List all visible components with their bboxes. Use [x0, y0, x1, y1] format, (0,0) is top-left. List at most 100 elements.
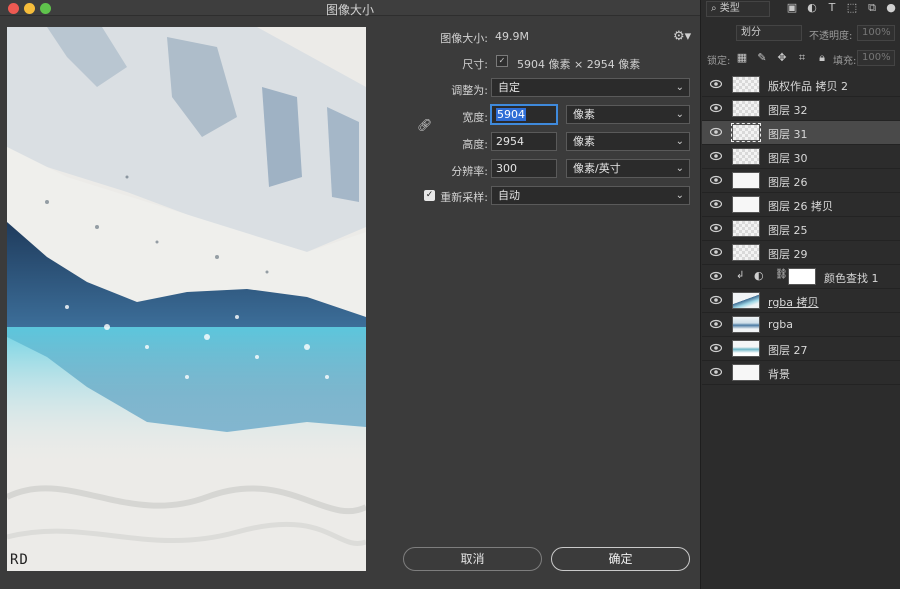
resample-checkbox[interactable]: ✓ [424, 190, 435, 201]
lock-artboard-icon[interactable]: ⌗ [795, 51, 809, 65]
eye-icon[interactable] [710, 127, 722, 137]
resample-label: 重新采样: [440, 191, 488, 204]
fit-to-value: 自定 [498, 81, 520, 94]
lock-transparent-pixels-icon[interactable]: ▦ [735, 51, 749, 65]
type-filter-icon[interactable]: T [825, 1, 839, 15]
layer-row-active[interactable]: 图层 31 [702, 121, 900, 145]
eye-icon[interactable] [710, 223, 722, 233]
image-preview[interactable]: RD [7, 27, 366, 571]
layer-row[interactable]: 图层 27 [702, 337, 900, 361]
opacity-input[interactable]: 100% [857, 25, 895, 41]
layer-name: 图层 31 [768, 128, 808, 141]
eye-icon[interactable] [710, 151, 722, 161]
layer-name: 颜色查找 1 [824, 272, 879, 285]
dimensions-label: 尺寸: [462, 58, 488, 71]
filter-toggle-icon[interactable]: ● [884, 1, 898, 15]
image-filter-icon[interactable]: ▣ [785, 1, 799, 15]
layers-panel: ⌕ 类型 ▣ ◐ T ⬚ ⧉ ● 划分 不透明度: 100% 锁定: ▦ ✎ ✥… [700, 0, 900, 589]
layer-row[interactable]: 图层 29 [702, 241, 900, 265]
width-input-value: 5904 [496, 108, 526, 121]
adjustment-filter-icon[interactable]: ◐ [805, 1, 819, 15]
resolution-unit-value: 像素/英寸 [573, 162, 621, 175]
clipping-arrow-icon: ↲ [736, 270, 745, 281]
adjustment-layer-row[interactable]: ↲ ◐ ⛓︎ 颜色查找 1 [702, 265, 900, 289]
layer-row[interactable]: 图层 26 拷贝 [702, 193, 900, 217]
layer-row[interactable]: 图层 30 [702, 145, 900, 169]
layer-thumbnail [732, 220, 760, 237]
layer-thumbnail [732, 292, 760, 309]
resample-select[interactable]: 自动 ⌄ [491, 186, 690, 205]
eye-icon[interactable] [710, 199, 722, 209]
filter-type-select[interactable]: ⌕ 类型 [706, 1, 770, 17]
eye-icon[interactable] [710, 271, 722, 281]
layer-name: rgba [768, 318, 794, 331]
layer-thumbnail [732, 172, 760, 189]
layer-thumbnail [732, 364, 760, 381]
layer-row[interactable]: 图层 25 [702, 217, 900, 241]
layer-row[interactable]: 图层 26 [702, 169, 900, 193]
lock-position-icon[interactable]: ✥ [775, 51, 789, 65]
height-input[interactable]: 2954 [491, 132, 557, 151]
fill-input[interactable]: 100% [857, 50, 895, 66]
lock-all-icon[interactable]: 🔒︎ [815, 51, 829, 65]
cancel-button[interactable]: 取消 [403, 547, 542, 571]
dimensions-unit-dropdown[interactable]: ✓ [496, 55, 508, 67]
search-icon: ⌕ [711, 3, 720, 14]
adjustment-icon: ◐ [754, 269, 764, 282]
layer-thumbnail [732, 316, 760, 333]
layer-name: 图层 25 [768, 224, 808, 237]
height-input-value: 2954 [496, 135, 524, 148]
fit-to-select[interactable]: 自定 ⌄ [491, 78, 690, 97]
width-unit-value: 像素 [573, 108, 595, 121]
blend-mode-value: 划分 [741, 27, 761, 38]
eye-icon[interactable] [710, 367, 722, 377]
chevron-down-icon: ⌄ [675, 163, 684, 174]
layer-name: 图层 27 [768, 344, 808, 357]
eye-icon[interactable] [710, 319, 722, 329]
layer-mask-thumbnail [788, 268, 816, 285]
layer-row[interactable]: 图层 32 [702, 97, 900, 121]
height-label: 高度: [462, 138, 488, 151]
width-label: 宽度: [462, 111, 488, 124]
layer-filter-row: ⌕ 类型 ▣ ◐ T ⬚ ⧉ ● [701, 0, 900, 22]
layer-row[interactable]: rgba [702, 313, 900, 337]
layer-name: 图层 26 拷贝 [768, 200, 833, 213]
fill-value: 100% [862, 52, 891, 63]
layer-thumbnail [732, 76, 760, 93]
eye-icon[interactable] [710, 175, 722, 185]
height-unit-select[interactable]: 像素 ⌄ [566, 132, 690, 151]
eye-icon[interactable] [710, 343, 722, 353]
opacity-value: 100% [862, 27, 891, 38]
layer-name: 图层 29 [768, 248, 808, 261]
layer-thumbnail [732, 196, 760, 213]
lock-image-pixels-icon[interactable]: ✎ [755, 51, 769, 65]
resolution-label: 分辨率: [451, 165, 488, 178]
title-bar: 图像大小 [0, 0, 700, 17]
smart-object-filter-icon[interactable]: ⧉ [865, 1, 879, 15]
resolution-input[interactable]: 300 [491, 159, 557, 178]
layer-name: 版权作品 拷贝 2 [768, 80, 848, 93]
blend-mode-select[interactable]: 划分 [736, 25, 802, 41]
eye-icon[interactable] [710, 295, 722, 305]
layer-row[interactable]: 背景 [702, 361, 900, 385]
resolution-unit-select[interactable]: 像素/英寸 ⌄ [566, 159, 690, 178]
layer-thumbnail [732, 100, 760, 117]
shape-filter-icon[interactable]: ⬚ [845, 1, 859, 15]
dialog-title: 图像大小 [325, 3, 374, 17]
eye-icon[interactable] [710, 247, 722, 257]
eye-icon[interactable] [710, 103, 722, 113]
gear-icon[interactable]: ⚙▾ [673, 29, 691, 44]
layer-row[interactable]: 版权作品 拷贝 2 [702, 73, 900, 97]
layer-row[interactable]: rgba 拷贝 [702, 289, 900, 313]
dimensions-value: 5904 像素 × 2954 像素 [517, 58, 641, 71]
resolution-input-value: 300 [496, 162, 517, 175]
chevron-down-icon: ⌄ [675, 136, 684, 147]
width-input[interactable]: 5904 [491, 105, 557, 124]
eye-icon[interactable] [710, 79, 722, 89]
blend-row: 划分 不透明度: 100% [701, 24, 900, 46]
width-unit-select[interactable]: 像素 ⌄ [566, 105, 690, 124]
ok-button[interactable]: 确定 [551, 547, 690, 571]
layer-thumbnail [732, 340, 760, 357]
fill-label: 填充: [833, 56, 857, 67]
layer-name: 图层 32 [768, 104, 808, 117]
